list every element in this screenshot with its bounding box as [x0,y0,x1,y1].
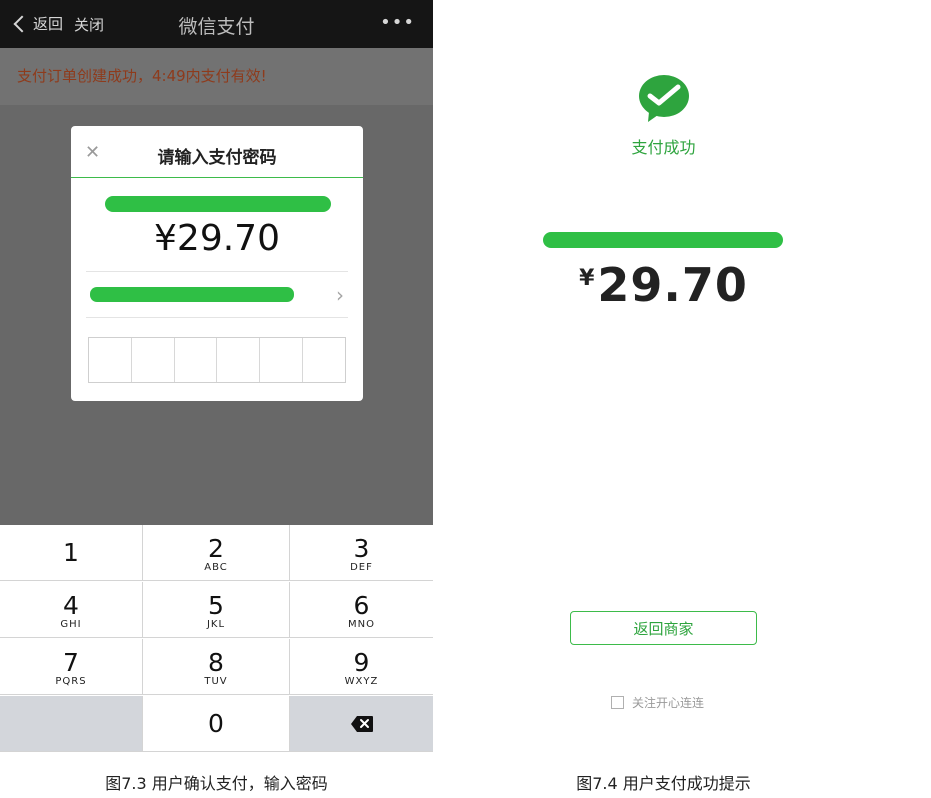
key-digit: 4 [63,591,79,620]
top-bar: 返回 关闭 微信支付 ••• [0,0,433,48]
payment-password-screen: 返回 关闭 微信支付 ••• 支付订单创建成功，4:49内支付有效! ✕ 请输入… [0,0,433,752]
success-message: 支付成功 [631,138,696,157]
delete-key[interactable] [290,696,433,752]
key-digit: 6 [353,591,370,620]
notice-text: 支付订单创建成功，4:49内支付有效! [17,67,267,85]
key-0[interactable]: 0 [143,696,290,752]
chevron-right-icon: › [336,283,344,307]
key-letters: PQRS [55,676,87,687]
key-6[interactable]: 6 MNO [290,582,433,638]
key-letters: WXYZ [344,676,379,687]
divider [71,177,363,178]
password-input[interactable] [88,337,346,383]
amount-value: 29.70 [597,258,748,312]
password-digit-cell [303,338,345,382]
password-dialog: ✕ 请输入支付密码 ¥29.70 › [71,126,363,401]
page-title: 微信支付 [178,16,255,38]
backspace-icon [351,716,373,732]
key-digit: 3 [353,534,370,563]
key-digit: 8 [208,648,224,677]
card-name-redacted [90,287,294,302]
divider [86,317,348,318]
key-3[interactable]: 3 DEF [290,525,433,581]
key-9[interactable]: 9 WXYZ [290,639,433,695]
payment-amount: ¥29.70 [154,218,280,259]
key-digit: 1 [63,538,79,567]
dialog-title: 请输入支付密码 [157,148,277,168]
key-letters: GHI [60,619,82,630]
merchant-name-redacted [543,232,783,248]
figure-caption-right: 图7.4 用户支付成功提示 [576,774,751,793]
notice-banner: 支付订单创建成功，4:49内支付有效! [0,48,433,105]
password-digit-cell [175,338,218,382]
password-digit-cell [260,338,304,382]
password-digit-cell [89,338,132,382]
key-blank [0,696,143,752]
payment-method-row[interactable]: › [86,272,348,317]
key-letters: ABC [204,562,228,573]
key-5[interactable]: 5 JKL [143,582,290,638]
key-2[interactable]: 2 ABC [143,525,290,581]
password-digit-cell [132,338,175,382]
merchant-name-redacted [105,196,331,212]
key-1[interactable]: 1 [0,525,143,581]
key-digit: 5 [208,591,224,620]
key-8[interactable]: 8 TUV [143,639,290,695]
paid-amount: ¥29.70 [433,258,894,312]
key-7[interactable]: 7 PQRS [0,639,143,695]
password-digit-cell [217,338,261,382]
wechat-pay-logo-icon [639,75,689,122]
key-letters: TUV [204,676,228,687]
return-to-merchant-button[interactable]: 返回商家 [570,611,757,645]
more-icon[interactable]: ••• [380,12,415,33]
follow-checkbox[interactable] [611,696,624,709]
key-letters: DEF [350,562,373,573]
payment-success-screen: 支付成功 ¥29.70 返回商家 关注开心连连 图7.4 用户支付成功提示 [433,0,931,793]
key-digit: 2 [208,534,224,563]
key-4[interactable]: 4 GHI [0,582,143,638]
numeric-keypad: 1 2 ABC 3 DEF 4 GHI 5 JKL 6 MNO 7 PQRS 8… [0,525,433,752]
follow-label: 关注开心连连 [632,696,705,710]
figure-caption-left: 图7.3 用户确认支付，输入密码 [105,774,328,793]
key-letters: MNO [348,619,375,630]
key-digit: 9 [353,648,370,677]
key-letters: JKL [206,619,226,630]
key-digit: 7 [63,648,79,677]
key-digit: 0 [208,709,224,738]
currency-symbol: ¥ [579,266,595,291]
follow-option[interactable]: 关注开心连连 [611,694,704,711]
